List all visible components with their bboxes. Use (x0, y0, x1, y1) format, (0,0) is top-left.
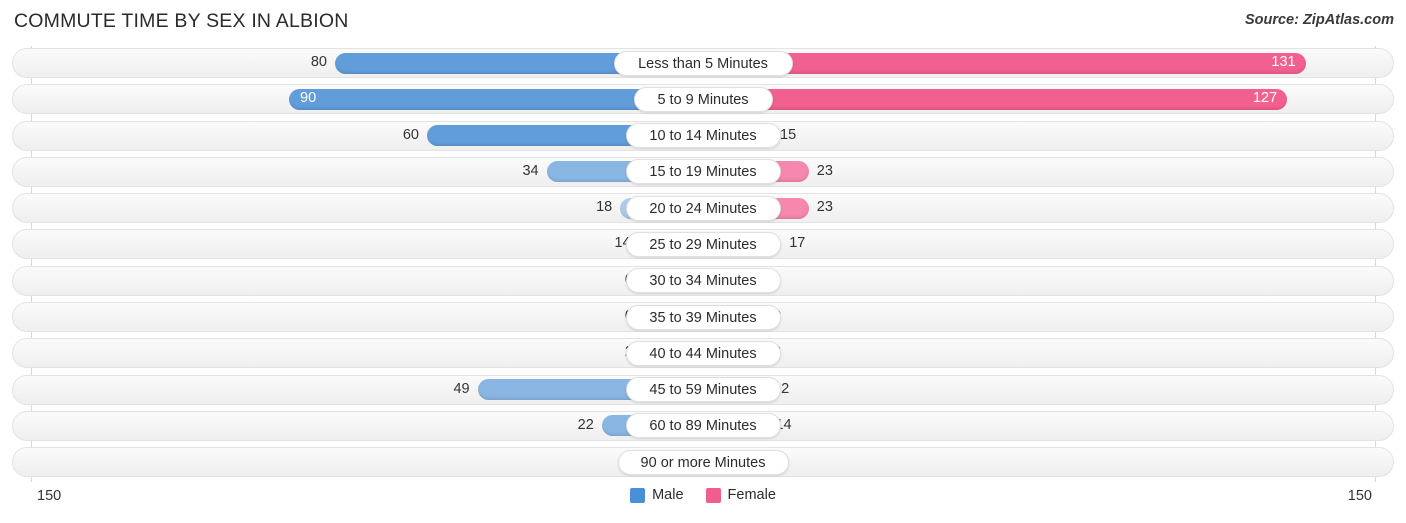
legend-label: Female (727, 487, 776, 503)
value-label-male: 18 (596, 199, 613, 216)
chart-footer: 150 150 Male Female (0, 482, 1406, 523)
value-label-male: 80 (310, 54, 327, 70)
bar-row: 60 15 10 to 14 Minutes (0, 119, 1406, 155)
value-label-male: 60 (402, 126, 419, 143)
value-label-female: 127 (1252, 90, 1278, 107)
category-label: 20 to 24 Minutes (625, 195, 781, 221)
category-label: 45 to 59 Minutes (625, 377, 781, 403)
chart-legend: Male Female (0, 487, 1406, 503)
bar-row: 90 127 5 to 9 Minutes (0, 82, 1406, 118)
bar-row: 7390 or more Minutes (0, 445, 1406, 481)
chart-header: COMMUTE TIME BY SEX IN ALBION Source: Zi… (0, 0, 1406, 46)
category-label: 15 to 19 Minutes (625, 159, 781, 185)
bar-female[interactable] (703, 52, 1306, 74)
value-label-male: 49 (453, 380, 470, 397)
category-label: 40 to 44 Minutes (625, 340, 781, 366)
category-label: 25 to 29 Minutes (625, 231, 781, 257)
category-label: 35 to 39 Minutes (625, 304, 781, 330)
bar-row: 0030 to 34 Minutes (0, 264, 1406, 300)
chart-root: COMMUTE TIME BY SEX IN ALBION Source: Zi… (0, 0, 1406, 523)
bar-row: 18 23 20 to 24 Minutes (0, 191, 1406, 227)
bar-row: 80 131 Less than 5 Minutes (0, 46, 1406, 82)
legend-item-male[interactable]: Male (630, 487, 684, 503)
bar-female[interactable] (703, 88, 1288, 110)
bar-row: 34 23 15 to 19 Minutes (0, 155, 1406, 191)
bar-row: 22 14 60 to 89 Minutes (0, 409, 1406, 445)
legend-swatch-icon (705, 487, 721, 503)
bar-row: 49 12 45 to 59 Minutes (0, 373, 1406, 409)
value-label-female: 131 (1271, 54, 1296, 70)
value-label-female: 17 (789, 235, 806, 252)
category-label: 10 to 14 Minutes (625, 123, 781, 149)
value-label-male: 22 (577, 416, 594, 433)
value-label-male: 90 (300, 90, 317, 107)
legend-item-female[interactable]: Female (705, 487, 776, 503)
category-label: 5 to 9 Minutes (633, 86, 773, 112)
bar-row: 0035 to 39 Minutes (0, 300, 1406, 336)
value-label-female: 15 (780, 126, 797, 143)
value-label-male: 34 (522, 162, 539, 179)
value-label-female: 23 (816, 162, 833, 179)
value-label-female: 23 (816, 199, 833, 216)
plot-area: 80 131 Less than 5 Minutes 90 127 5 to 9 Minu… (0, 46, 1406, 482)
bar-row: 2240 to 44 Minutes (0, 336, 1406, 372)
bar-row: 14 17 25 to 29 Minutes (0, 227, 1406, 263)
legend-swatch-icon (630, 487, 646, 503)
bar-rows: 80 131 Less than 5 Minutes 90 127 5 to 9 Minu… (0, 46, 1406, 482)
category-label: 60 to 89 Minutes (625, 413, 781, 439)
page-title: COMMUTE TIME BY SEX IN ALBION (14, 10, 349, 32)
category-label: Less than 5 Minutes (613, 50, 793, 76)
category-label: 90 or more Minutes (617, 449, 789, 475)
source-attribution: Source: ZipAtlas.com (1244, 12, 1394, 28)
category-label: 30 to 34 Minutes (625, 268, 781, 294)
legend-label: Male (652, 487, 684, 503)
